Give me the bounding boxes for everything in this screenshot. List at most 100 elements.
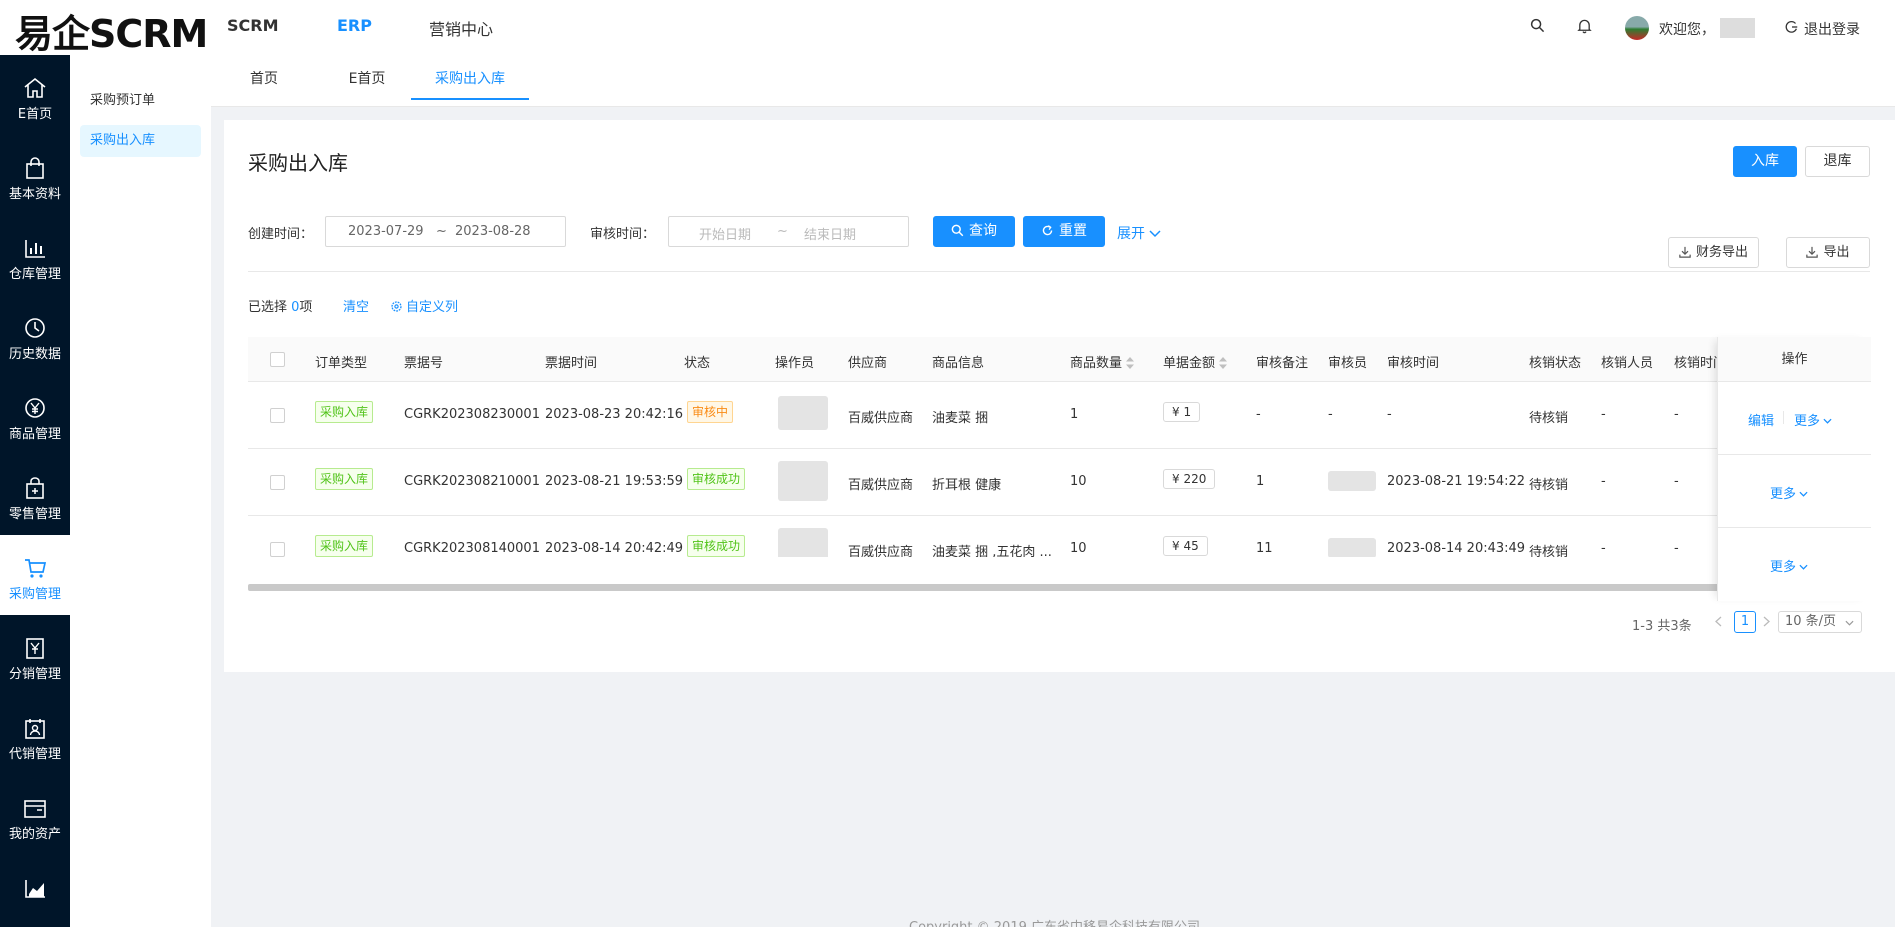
sidebar-item-purchase[interactable]: 采购管理 <box>0 535 70 615</box>
bag-icon <box>26 157 44 179</box>
operation-cell: 更多 <box>1718 528 1871 601</box>
sub-sidebar-item-purchase-stock[interactable]: 采购出入库 <box>80 125 201 157</box>
more-dropdown[interactable]: 更多 <box>1770 483 1808 502</box>
query-button[interactable]: 查询 <box>933 216 1015 247</box>
auditor-redacted <box>1328 471 1376 491</box>
pagination-total: 1-3 共3条 <box>1632 619 1692 634</box>
sidebar-item-distribution[interactable]: 分销管理 <box>0 615 70 695</box>
tab-e-home[interactable]: E首页 <box>337 55 397 100</box>
column-header: 商品信息 <box>932 356 985 371</box>
download-icon <box>1679 246 1691 258</box>
column-header: 审核员 <box>1328 356 1368 371</box>
expand-toggle[interactable]: 展开 <box>1117 223 1161 243</box>
top-nav-erp[interactable]: ERP <box>337 16 372 35</box>
query-label: 查询 <box>969 223 997 239</box>
column-header-sortable[interactable]: 单据金额 <box>1163 352 1228 371</box>
horizontal-scrollbar[interactable] <box>248 584 1870 591</box>
more-dropdown[interactable]: 更多 <box>1770 556 1808 575</box>
supplier: 百威供应商 <box>848 478 914 493</box>
top-nav-scrm[interactable]: SCRM <box>227 16 279 35</box>
audit-remark: - <box>1256 407 1261 422</box>
sidebar-item-label: 代销管理 <box>8 747 61 762</box>
operator-redacted <box>778 461 828 501</box>
range-separator: ~ <box>436 224 447 239</box>
page-size-label: 10 条/页 <box>1785 614 1837 629</box>
wallet-icon <box>24 800 46 818</box>
bell-icon[interactable] <box>1577 18 1592 34</box>
reset-button[interactable]: 重置 <box>1023 216 1105 247</box>
operation-column: 操作 编辑 更多 更多 更多 <box>1717 337 1871 601</box>
tab-purchase-stock[interactable]: 采购出入库 <box>411 55 529 100</box>
logout-link[interactable]: 退出登录 <box>1804 19 1860 39</box>
audit-time-label: 审核时间： <box>590 227 656 242</box>
bill-number: CGRK202308230001 <box>404 407 540 422</box>
stock-in-button[interactable]: 入库 <box>1733 146 1797 177</box>
table-row[interactable]: 采购入库 CGRK202308140001 2023-08-14 20:42:4… <box>248 516 1870 557</box>
select-all-checkbox[interactable] <box>270 352 285 367</box>
custom-columns-link[interactable]: 自定义列 <box>390 296 458 315</box>
gear-icon <box>391 301 402 312</box>
audit-time-range[interactable]: 开始日期 ~ 结束日期 <box>668 216 909 247</box>
sidebar-item-label: E首页 <box>17 107 53 122</box>
calendar-user-icon <box>25 719 45 739</box>
writeoff-person: - <box>1601 407 1606 422</box>
sidebar-item-partial[interactable] <box>0 855 70 927</box>
top-nav-marketing[interactable]: 营销中心 <box>429 16 493 40</box>
edit-link[interactable]: 编辑 <box>1748 410 1774 429</box>
auditor-redacted <box>1328 538 1376 557</box>
export-label: 导出 <box>1823 245 1850 260</box>
tab-home[interactable]: 首页 <box>239 55 289 100</box>
audit-start-placeholder: 开始日期 <box>699 228 752 243</box>
prev-page-icon[interactable] <box>1715 616 1722 627</box>
goods-info: 油麦菜 捆 <box>932 411 989 426</box>
sub-sidebar-item-purchase-order[interactable]: 采购预订单 <box>80 85 201 117</box>
yen-doc-icon <box>26 638 44 659</box>
sidebar-item-warehouse[interactable]: 仓库管理 <box>0 215 70 295</box>
sidebar-item-label: 采购管理 <box>8 587 61 602</box>
audit-remark: 1 <box>1256 474 1265 489</box>
next-page-icon[interactable] <box>1763 616 1770 627</box>
table-row[interactable]: 采购入库 CGRK202308210001 2023-08-21 19:53:5… <box>248 449 1870 516</box>
auditor: - <box>1328 407 1333 422</box>
page-size-select[interactable]: 10 条/页 <box>1778 611 1862 633</box>
more-dropdown[interactable]: 更多 <box>1794 410 1832 429</box>
sidebar-item-label: 我的资产 <box>8 827 61 842</box>
sidebar-item-goods[interactable]: 商品管理 <box>0 375 70 455</box>
sidebar-item-label: 零售管理 <box>8 507 61 522</box>
logout-icon[interactable] <box>1785 20 1799 34</box>
audit-end-placeholder: 结束日期 <box>804 228 857 243</box>
sidebar-item-history[interactable]: 历史数据 <box>0 295 70 375</box>
clock-icon <box>25 318 45 338</box>
table-header: 订单类型 票据号 票据时间 状态 操作员 供应商 商品信息 商品数量 单据金额 … <box>248 337 1870 382</box>
column-header: 票据时间 <box>545 356 598 371</box>
page-1-button[interactable]: 1 <box>1734 611 1756 633</box>
sub-sidebar: 采购预订单 采购出入库 <box>70 55 211 927</box>
operator-redacted <box>778 396 828 430</box>
sidebar-item-consignment[interactable]: 代销管理 <box>0 695 70 775</box>
table-row[interactable]: 采购入库 CGRK202308230001 2023-08-23 20:42:1… <box>248 382 1870 449</box>
finance-export-button[interactable]: 财务导出 <box>1668 237 1759 268</box>
row-checkbox[interactable] <box>270 408 285 423</box>
link-divider <box>1783 411 1784 424</box>
sidebar-item-e-home[interactable]: E首页 <box>0 55 70 135</box>
export-button[interactable]: 导出 <box>1786 237 1870 268</box>
status-badge: 审核成功 <box>687 468 746 490</box>
row-checkbox[interactable] <box>270 475 285 490</box>
return-stock-button[interactable]: 退库 <box>1805 146 1870 177</box>
pagination: 1-3 共3条 1 10 条/页 <box>1632 611 1870 635</box>
sidebar-item-basic-info[interactable]: 基本资料 <box>0 135 70 215</box>
home-icon <box>24 77 46 98</box>
avatar[interactable] <box>1625 16 1649 40</box>
clear-selection-link[interactable]: 清空 <box>343 296 369 315</box>
column-header: 订单类型 <box>315 356 368 371</box>
sidebar-item-retail[interactable]: 零售管理 <box>0 455 70 535</box>
column-header-sortable[interactable]: 商品数量 <box>1070 352 1135 371</box>
audit-time: 2023-08-14 20:43:49 <box>1387 541 1526 556</box>
row-checkbox[interactable] <box>270 542 285 557</box>
column-header: 审核备注 <box>1256 356 1309 371</box>
search-icon[interactable] <box>1530 18 1545 33</box>
create-time-range[interactable]: 2023-07-29 ~ 2023-08-28 <box>325 216 566 247</box>
bill-amount: ¥ 1 <box>1163 402 1201 422</box>
writeoff-status: 待核销 <box>1529 411 1569 426</box>
sidebar-item-assets[interactable]: 我的资产 <box>0 775 70 855</box>
